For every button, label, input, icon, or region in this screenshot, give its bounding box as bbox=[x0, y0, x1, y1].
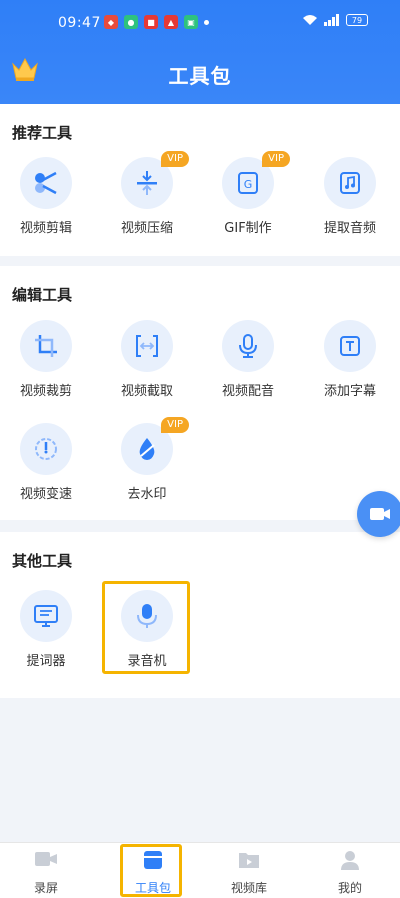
nav-label: 我的 bbox=[337, 881, 362, 895]
music-icon bbox=[340, 172, 360, 194]
signal-icon bbox=[324, 14, 339, 26]
tool-extract-audio[interactable]: 提取音频 bbox=[305, 157, 395, 236]
tool-icon-circle bbox=[222, 320, 274, 372]
tool-icon-circle bbox=[20, 157, 72, 209]
status-app-icons: ◆ ● ■ ▲ ▣ bbox=[104, 15, 209, 29]
tool-label: 视频压缩 bbox=[120, 221, 173, 236]
app-screen: 09:47 ◆ ● ■ ▲ ▣ 79 工具包 推荐工具 视频剪辑 VIP 视频压… bbox=[0, 0, 400, 898]
status-bar: 09:47 ◆ ● ■ ▲ ▣ 79 bbox=[0, 0, 400, 46]
tool-video-speed[interactable]: 视频变速 bbox=[1, 423, 91, 502]
speed-icon bbox=[35, 438, 57, 460]
tool-icon-circle bbox=[20, 590, 72, 642]
tool-video-crop[interactable]: 视频裁剪 bbox=[1, 320, 91, 399]
tool-label: GIF制作 bbox=[224, 221, 272, 236]
notification-app-icon: ■ bbox=[144, 15, 158, 29]
bottom-nav: 录屏 工具包 视频库 我的 bbox=[0, 842, 400, 898]
section-title: 其他工具 bbox=[12, 552, 73, 570]
wifi-icon bbox=[303, 15, 317, 25]
subtitle-icon bbox=[340, 336, 360, 356]
section-recommended-tools: 推荐工具 视频剪辑 VIP 视频压缩 G VIP GIF制作 提取音频 bbox=[0, 104, 400, 256]
svg-text:G: G bbox=[244, 178, 253, 191]
tool-label: 视频剪辑 bbox=[19, 221, 72, 236]
tool-label: 视频变速 bbox=[19, 487, 72, 502]
vip-badge: VIP bbox=[161, 151, 189, 167]
camera-icon bbox=[35, 852, 57, 866]
section-title: 编辑工具 bbox=[12, 286, 73, 304]
scissors-icon bbox=[35, 171, 57, 195]
video-camera-icon bbox=[370, 508, 390, 520]
battery-level: 79 bbox=[351, 15, 363, 25]
tool-label: 视频裁剪 bbox=[19, 384, 72, 399]
tool-icon-circle bbox=[20, 423, 72, 475]
tool-icon-circle bbox=[324, 320, 376, 372]
nav-item-profile[interactable]: 我的 bbox=[310, 849, 390, 896]
vip-badge: VIP bbox=[161, 417, 189, 433]
tool-label: 视频配音 bbox=[221, 384, 274, 399]
tool-icon-circle bbox=[20, 320, 72, 372]
nav-label: 录屏 bbox=[33, 881, 58, 895]
tool-label: 提取音频 bbox=[323, 221, 376, 236]
nav-item-video-library[interactable]: 视频库 bbox=[209, 849, 289, 896]
tool-icon-circle: G VIP bbox=[222, 151, 290, 209]
tool-label: 提词器 bbox=[26, 654, 66, 669]
notification-app-icon: ● bbox=[124, 15, 138, 29]
notification-app-icon: ▲ bbox=[164, 15, 178, 29]
teleprompter-icon bbox=[34, 605, 58, 627]
profile-icon bbox=[341, 851, 359, 870]
notification-app-icon: ◆ bbox=[104, 15, 118, 29]
tool-video-compress[interactable]: VIP 视频压缩 bbox=[102, 151, 192, 236]
highlight-toolbox-tab bbox=[120, 844, 182, 897]
watermark-icon bbox=[139, 438, 155, 460]
compress-icon bbox=[137, 171, 157, 195]
tool-icon-circle bbox=[324, 157, 376, 209]
gif-icon: G bbox=[238, 172, 258, 194]
crop-icon bbox=[35, 335, 57, 357]
trim-icon bbox=[136, 335, 158, 357]
tool-icon-circle bbox=[121, 320, 173, 372]
floating-record-button[interactable] bbox=[357, 491, 400, 537]
tool-label: 视频截取 bbox=[120, 384, 173, 399]
microphone-icon bbox=[239, 334, 257, 358]
highlight-recorder bbox=[102, 581, 190, 674]
more-notifications-icon bbox=[204, 20, 209, 25]
tool-video-trim[interactable]: 视频截取 bbox=[102, 320, 192, 399]
tool-icon-circle: VIP bbox=[121, 151, 189, 209]
nav-item-record[interactable]: 录屏 bbox=[6, 849, 86, 896]
tool-icon-circle: VIP bbox=[121, 417, 189, 475]
tool-label: 添加字幕 bbox=[323, 384, 376, 399]
tool-gif-maker[interactable]: G VIP GIF制作 bbox=[203, 151, 293, 236]
section-other-tools: 其他工具 提词器 录音机 bbox=[0, 532, 400, 698]
status-time: 09:47 bbox=[58, 15, 101, 31]
status-right: 79 bbox=[302, 14, 368, 26]
tool-teleprompter[interactable]: 提词器 bbox=[1, 590, 91, 669]
section-edit-tools: 编辑工具 视频裁剪 视频截取 视频配音 添加字幕 视频变速 VIP 去水印 bbox=[0, 266, 400, 520]
battery-icon: 79 bbox=[346, 14, 368, 26]
header: 09:47 ◆ ● ■ ▲ ▣ 79 工具包 bbox=[0, 0, 400, 104]
section-title: 推荐工具 bbox=[12, 124, 73, 142]
vip-badge: VIP bbox=[262, 151, 290, 167]
notification-app-icon: ▣ bbox=[184, 15, 198, 29]
folder-icon bbox=[239, 853, 259, 868]
nav-label: 视频库 bbox=[230, 881, 267, 895]
tool-video-dubbing[interactable]: 视频配音 bbox=[203, 320, 293, 399]
tool-video-edit[interactable]: 视频剪辑 bbox=[1, 157, 91, 236]
tool-label: 去水印 bbox=[127, 487, 167, 502]
tool-add-subtitle[interactable]: 添加字幕 bbox=[305, 320, 395, 399]
page-title: 工具包 bbox=[168, 64, 232, 88]
tool-remove-watermark[interactable]: VIP 去水印 bbox=[102, 417, 192, 502]
